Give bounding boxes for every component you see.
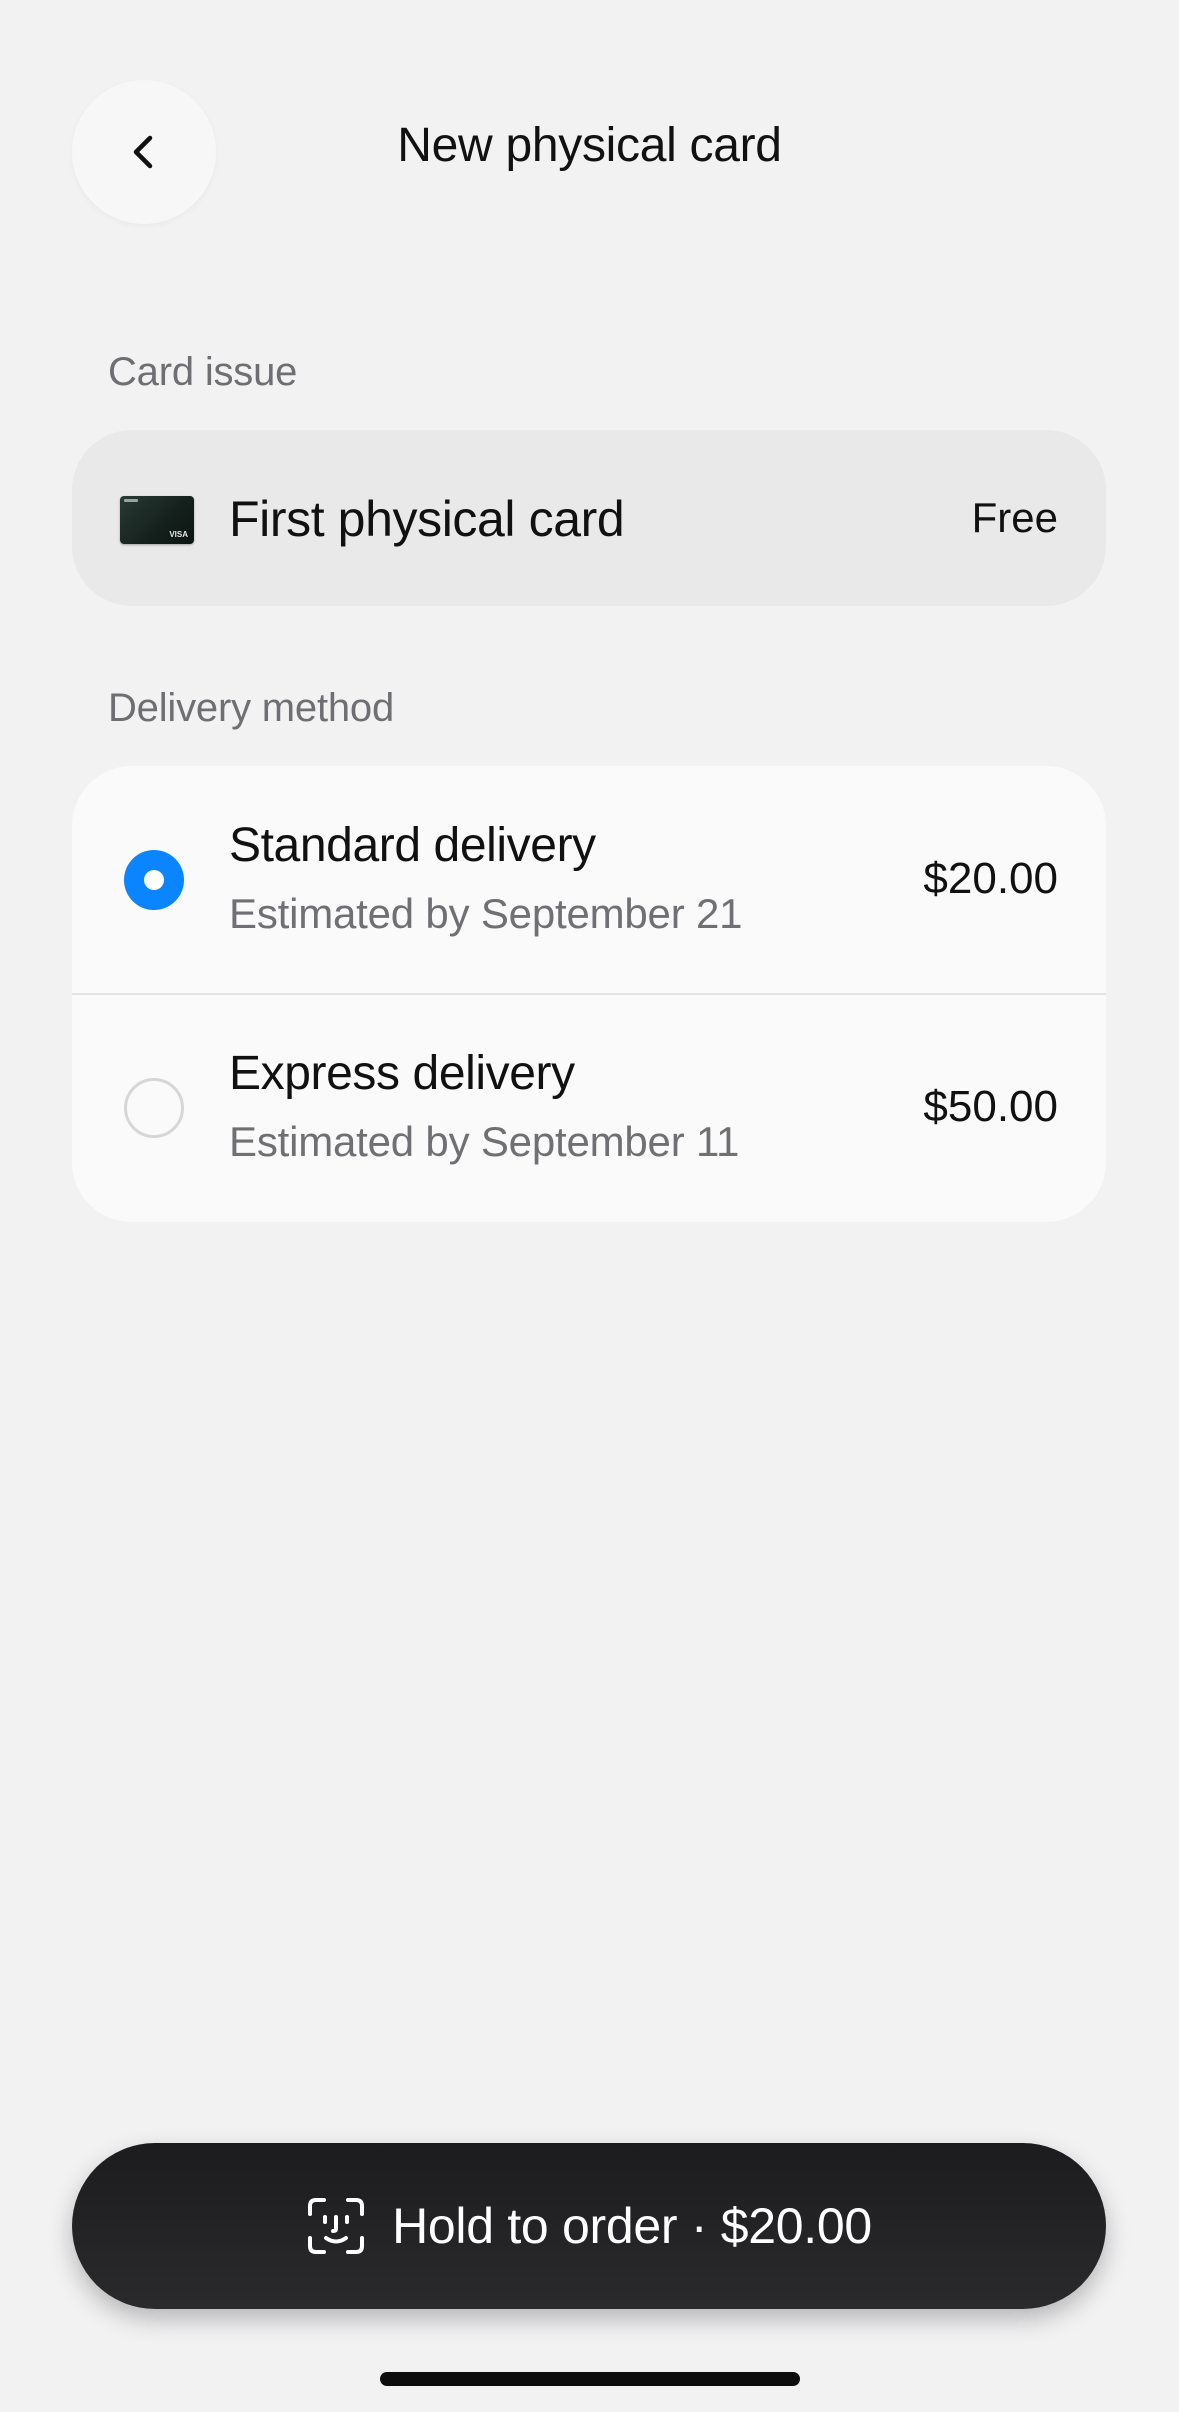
card-brand: VISA	[169, 530, 188, 539]
delivery-option-price: $50.00	[923, 1082, 1058, 1131]
home-indicator	[380, 2372, 800, 2386]
delivery-option-estimate: Estimated by September 11	[229, 1118, 740, 1165]
face-id-icon	[308, 2198, 365, 2254]
page-title: New physical card	[397, 119, 782, 172]
delivery-option-standard[interactable]: Standard delivery Estimated by September…	[72, 766, 1106, 994]
delivery-option-title: Express delivery	[229, 1047, 575, 1100]
card-thumbnail: VISA	[120, 496, 194, 544]
card-issue-option[interactable]: VISA First physical card Free	[72, 430, 1106, 606]
delivery-options: Standard delivery Estimated by September…	[72, 766, 1106, 1222]
hold-to-order-button[interactable]: Hold to order · $20.00	[72, 2143, 1106, 2309]
delivery-option-price: $20.00	[923, 854, 1058, 903]
delivery-option-estimate: Estimated by September 21	[229, 890, 743, 937]
header: New physical card	[0, 0, 1179, 230]
card-issue-price: Free	[971, 494, 1058, 541]
card-logo-mark	[124, 499, 138, 502]
delivery-method-label: Delivery method	[108, 686, 395, 730]
delivery-option-express[interactable]: Express delivery Estimated by September …	[72, 994, 1106, 1222]
card-issue-title: First physical card	[229, 491, 625, 547]
delivery-option-title: Standard delivery	[229, 819, 596, 872]
radio-selected[interactable]	[124, 850, 184, 910]
radio-unselected[interactable]	[124, 1078, 184, 1138]
order-button-label: Hold to order · $20.00	[392, 2198, 872, 2254]
card-issue-label: Card issue	[108, 350, 298, 394]
